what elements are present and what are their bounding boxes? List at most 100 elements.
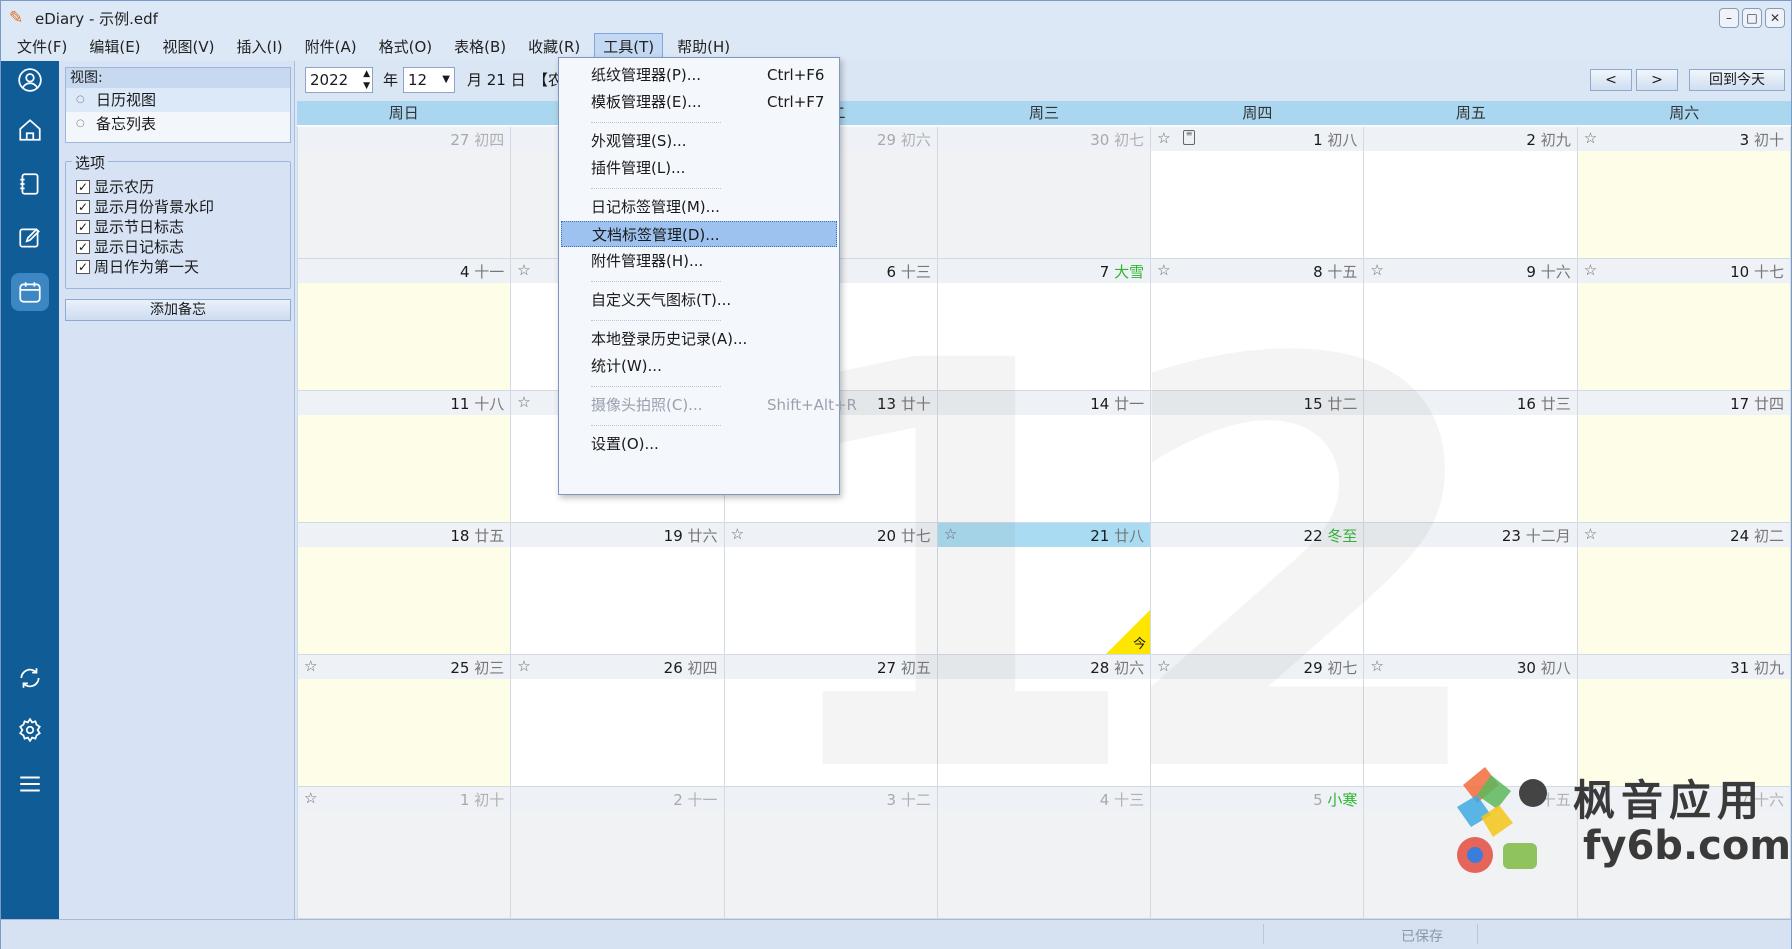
day-cell[interactable]: ☆ 24 初二: [1577, 523, 1791, 655]
day-cell[interactable]: ☆ 1 初十: [298, 787, 512, 919]
menu-item[interactable]: 收藏(R): [520, 34, 588, 59]
tools-menu-item[interactable]: 外观管理(S)...: [561, 128, 837, 154]
day-cell[interactable]: 18 廿五: [298, 523, 512, 655]
star-icon[interactable]: ☆: [304, 657, 317, 675]
add-memo-button[interactable]: 添加备忘: [65, 299, 291, 321]
day-cell[interactable]: 7 十六: [1577, 787, 1791, 919]
month-select[interactable]: 12 ▼: [403, 67, 455, 93]
day-cell[interactable]: 28 初六: [937, 655, 1152, 787]
prev-month-button[interactable]: <: [1590, 69, 1632, 91]
edit-icon[interactable]: [11, 219, 49, 257]
star-icon[interactable]: ☆: [517, 261, 530, 279]
day-cell[interactable]: 27 初五: [724, 655, 938, 787]
checkbox-checked-icon[interactable]: ✓: [76, 259, 90, 274]
checkbox-checked-icon[interactable]: ✓: [76, 199, 90, 214]
day-cell[interactable]: 6 十五: [1364, 787, 1578, 919]
menu-item[interactable]: 工具(T): [594, 32, 664, 60]
chevron-down-icon[interactable]: ▼: [442, 68, 450, 92]
day-cell[interactable]: 3 十二: [724, 787, 938, 919]
day-cell[interactable]: 4 十三: [937, 787, 1152, 919]
star-icon[interactable]: ☆: [517, 393, 530, 411]
day-cell-today[interactable]: ☆ 21 廿八今: [937, 523, 1152, 655]
minimize-button[interactable]: –: [1719, 8, 1739, 28]
option-sunday-first-checkbox[interactable]: ✓ 周日作为第一天: [76, 256, 199, 277]
settings-icon[interactable]: [11, 711, 49, 749]
view-item-calendar[interactable]: 日历视图: [66, 88, 290, 112]
star-icon[interactable]: ☆: [517, 657, 530, 675]
year-spinner[interactable]: 2022 ▲ ▼: [305, 67, 373, 93]
checkbox-checked-icon[interactable]: ✓: [76, 219, 90, 234]
day-cell[interactable]: ☆ 8 十五: [1151, 259, 1365, 391]
next-month-button[interactable]: >: [1636, 69, 1678, 91]
note-icon[interactable]: ≡: [1183, 130, 1196, 145]
tools-menu-item[interactable]: 自定义天气图标(T)...: [561, 287, 837, 313]
day-cell[interactable]: 2 初九: [1364, 127, 1578, 259]
menu-item[interactable]: 视图(V): [155, 34, 223, 59]
day-cell[interactable]: ☆ 29 初七: [1151, 655, 1365, 787]
day-cell[interactable]: ☆ 25 初三: [298, 655, 512, 787]
menu-item[interactable]: 编辑(E): [81, 34, 148, 59]
day-cell[interactable]: 22 冬至: [1151, 523, 1365, 655]
menu-item[interactable]: 格式(O): [371, 34, 441, 59]
sync-icon[interactable]: [11, 659, 49, 697]
tools-menu-item[interactable]: 模板管理器(E)... Ctrl+F7: [561, 89, 837, 115]
tools-menu-item[interactable]: 日记标签管理(M)...: [561, 194, 837, 220]
menu-item[interactable]: 插入(I): [229, 34, 291, 59]
checkbox-checked-icon[interactable]: ✓: [76, 239, 90, 254]
menu-item[interactable]: 表格(B): [446, 34, 514, 59]
view-item-memo-list[interactable]: 备忘列表: [66, 112, 290, 136]
star-icon[interactable]: ☆: [944, 525, 957, 543]
day-cell[interactable]: ☆ ≡ 1 初八: [1151, 127, 1365, 259]
day-cell[interactable]: 11 十八: [298, 391, 512, 523]
menu-item[interactable]: 帮助(H): [669, 34, 738, 59]
star-icon[interactable]: ☆: [731, 525, 744, 543]
tools-menu-item[interactable]: 附件管理器(H)...: [561, 248, 837, 274]
option-holiday-checkbox[interactable]: ✓ 显示节日标志: [76, 216, 184, 237]
notebook-icon[interactable]: [11, 165, 49, 203]
checkbox-checked-icon[interactable]: ✓: [76, 179, 90, 194]
day-cell[interactable]: 2 十一: [511, 787, 725, 919]
day-cell[interactable]: 4 十一: [298, 259, 512, 391]
user-icon[interactable]: [11, 61, 49, 99]
tools-menu-item[interactable]: 纸纹管理器(P)... Ctrl+F6: [561, 62, 837, 88]
tools-menu-item[interactable]: 本地登录历史记录(A)...: [561, 326, 837, 352]
day-cell[interactable]: ☆ 30 初八: [1364, 655, 1578, 787]
day-cell[interactable]: ☆ 9 十六: [1364, 259, 1578, 391]
day-cell[interactable]: ☆ 26 初四: [511, 655, 725, 787]
day-cell[interactable]: 17 廿四: [1577, 391, 1791, 523]
day-cell[interactable]: ☆ 10 十七: [1577, 259, 1791, 391]
tools-menu-item[interactable]: 统计(W)...: [561, 353, 837, 379]
menu-item[interactable]: 附件(A): [297, 34, 365, 59]
day-cell[interactable]: ☆ 20 廿七: [724, 523, 938, 655]
day-cell[interactable]: 19 廿六: [511, 523, 725, 655]
spinner-arrows-icon[interactable]: ▲ ▼: [363, 68, 370, 92]
option-diary-mark-checkbox[interactable]: ✓ 显示日记标志: [76, 236, 184, 257]
day-cell[interactable]: 30 初七: [937, 127, 1152, 259]
star-icon[interactable]: ☆: [1584, 525, 1597, 543]
home-icon[interactable]: [11, 111, 49, 149]
star-icon[interactable]: ☆: [1157, 261, 1170, 279]
star-icon[interactable]: ☆: [1370, 261, 1383, 279]
close-button[interactable]: ✕: [1765, 8, 1785, 28]
star-icon[interactable]: ☆: [1584, 129, 1597, 147]
tools-menu-item[interactable]: 文档标签管理(D)...: [561, 221, 837, 247]
option-watermark-checkbox[interactable]: ✓ 显示月份背景水印: [76, 196, 214, 217]
star-icon[interactable]: ☆: [1584, 261, 1597, 279]
day-cell[interactable]: 31 初九: [1577, 655, 1791, 787]
tools-menu-item[interactable]: 插件管理(L)...: [561, 155, 837, 181]
day-cell[interactable]: 27 初四: [298, 127, 512, 259]
menu-icon[interactable]: [11, 765, 49, 803]
today-button[interactable]: 回到今天: [1689, 69, 1785, 91]
calendar-icon[interactable]: [11, 273, 49, 311]
day-cell[interactable]: ☆ 3 初十: [1577, 127, 1791, 259]
menu-item[interactable]: 文件(F): [9, 34, 75, 59]
day-cell[interactable]: 23 十二月: [1364, 523, 1578, 655]
maximize-button[interactable]: □: [1742, 8, 1762, 28]
star-icon[interactable]: ☆: [304, 789, 317, 807]
day-cell[interactable]: 5 小寒: [1151, 787, 1365, 919]
star-icon[interactable]: ☆: [1157, 657, 1170, 675]
day-cell[interactable]: 16 廿三: [1364, 391, 1578, 523]
day-cell[interactable]: 15 廿二: [1151, 391, 1365, 523]
star-icon[interactable]: ☆: [1370, 657, 1383, 675]
day-cell[interactable]: 7 大雪: [937, 259, 1152, 391]
